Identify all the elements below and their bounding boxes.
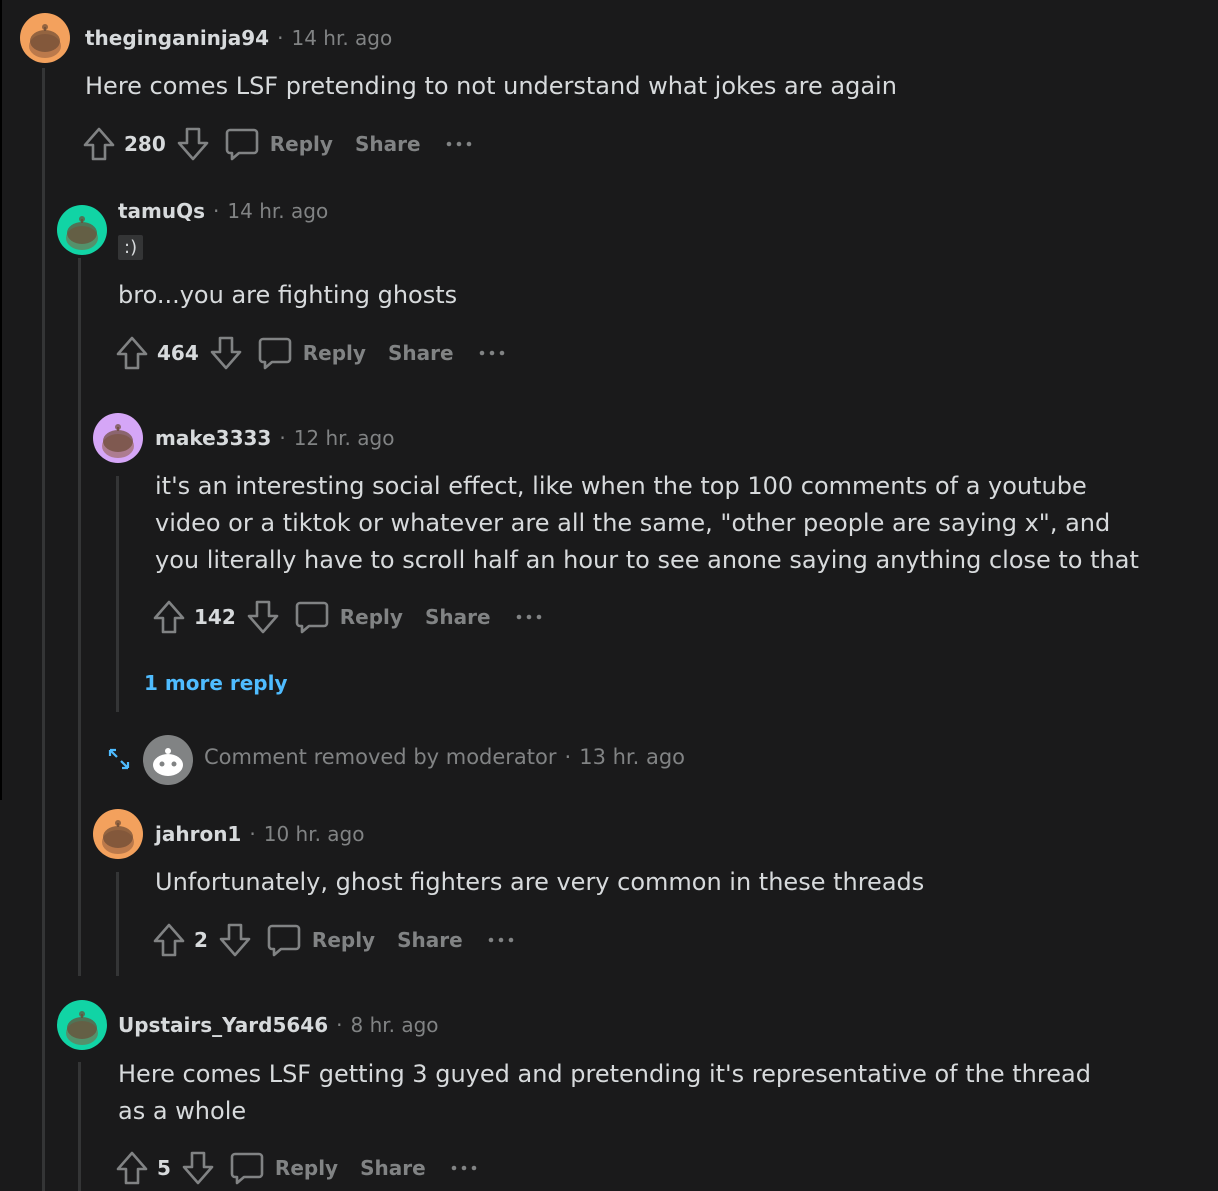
share-button[interactable]: Share — [388, 341, 454, 365]
avatar[interactable] — [20, 13, 70, 63]
comment-actions: 5 Reply Share — [115, 1148, 480, 1188]
timestamp[interactable]: 13 hr. ago — [579, 745, 685, 769]
reply-bubble-icon[interactable] — [266, 922, 302, 958]
user-flair: :) — [118, 235, 144, 260]
comment-body: bro...you are fighting ghosts — [118, 281, 458, 309]
upvote-icon[interactable] — [152, 599, 186, 635]
separator: · — [277, 26, 284, 50]
avatar[interactable] — [93, 809, 143, 859]
separator: · — [249, 822, 256, 846]
avatar[interactable] — [93, 413, 143, 463]
separator: · — [213, 199, 220, 223]
thread-rail-5[interactable] — [78, 1062, 81, 1191]
upvote-icon[interactable] — [82, 126, 116, 162]
comment-meta: make3333 · 12 hr. ago — [155, 426, 394, 450]
timestamp[interactable]: 14 hr. ago — [227, 199, 328, 223]
comment-meta: Upstairs_Yard5646 · 8 hr. ago — [118, 1013, 439, 1037]
comment-actions: 464 Reply Share — [115, 333, 508, 373]
separator: · — [336, 1013, 343, 1037]
thread-rail-2[interactable] — [78, 258, 81, 976]
username[interactable]: jahron1 — [155, 822, 241, 846]
comment-body: Unfortunately, ghost fighters are very c… — [155, 868, 925, 896]
share-button[interactable]: Share — [425, 605, 491, 629]
reply-button[interactable]: Reply — [275, 1156, 338, 1180]
share-button[interactable]: Share — [397, 928, 463, 952]
ellipsis-icon[interactable] — [515, 612, 545, 622]
reply-bubble-icon[interactable] — [229, 1150, 265, 1186]
comment-body: Here comes LSF pretending to not underst… — [85, 72, 897, 100]
downvote-icon[interactable] — [246, 599, 280, 635]
comment-body: Here comes LSF getting 3 guyed and prete… — [118, 1060, 1091, 1125]
upvote-icon[interactable] — [115, 335, 149, 371]
vote-score: 464 — [157, 341, 199, 365]
user-avatar-icon — [93, 413, 143, 463]
ellipsis-icon[interactable] — [450, 1163, 480, 1173]
user-avatar-icon — [57, 1000, 107, 1050]
reply-button[interactable]: Reply — [312, 928, 375, 952]
timestamp[interactable]: 8 hr. ago — [351, 1013, 439, 1037]
user-avatar-icon — [20, 13, 70, 63]
expand-icon[interactable] — [106, 746, 132, 776]
thread-rail-3[interactable] — [116, 476, 119, 712]
reply-bubble-icon[interactable] — [294, 599, 330, 635]
avatar[interactable] — [57, 1000, 107, 1050]
downvote-icon[interactable] — [181, 1150, 215, 1186]
username[interactable]: Upstairs_Yard5646 — [118, 1013, 328, 1037]
thread-rail-4[interactable] — [116, 872, 119, 976]
separator: · — [279, 426, 286, 450]
reply-button[interactable]: Reply — [303, 341, 366, 365]
comment-meta: theginganinja94 · 14 hr. ago — [85, 26, 392, 50]
removed-avatar-icon — [153, 748, 183, 776]
upvote-icon[interactable] — [152, 922, 186, 958]
comment-meta: jahron1 · 10 hr. ago — [155, 822, 365, 846]
vote-score: 142 — [194, 605, 236, 629]
comment-actions: 142 Reply Share — [152, 597, 545, 637]
downvote-icon[interactable] — [209, 335, 243, 371]
more-replies-link[interactable]: 1 more reply — [144, 671, 288, 695]
avatar — [143, 735, 193, 785]
username[interactable]: theginganinja94 — [85, 26, 269, 50]
upvote-icon[interactable] — [115, 1150, 149, 1186]
user-avatar-icon — [93, 809, 143, 859]
ellipsis-icon[interactable] — [445, 139, 475, 149]
reply-bubble-icon[interactable] — [257, 335, 293, 371]
username[interactable]: tamuQs — [118, 199, 205, 223]
comment-meta: tamuQs · 14 hr. ago — [118, 199, 328, 223]
ellipsis-icon[interactable] — [487, 935, 517, 945]
thread-rail-1[interactable] — [42, 68, 45, 1191]
comment-actions: 280 Reply Share — [82, 124, 475, 164]
vote-score: 2 — [194, 928, 208, 952]
removed-comment-notice: Comment removed by moderator · 13 hr. ago — [204, 745, 685, 769]
share-button[interactable]: Share — [360, 1156, 426, 1180]
username[interactable]: make3333 — [155, 426, 271, 450]
comment-actions: 2 Reply Share — [152, 920, 517, 960]
comment-body: it's an interesting social effect, like … — [155, 472, 1139, 574]
timestamp[interactable]: 14 hr. ago — [291, 26, 392, 50]
user-avatar-icon — [57, 205, 107, 255]
downvote-icon[interactable] — [176, 126, 210, 162]
share-button[interactable]: Share — [355, 132, 421, 156]
timestamp[interactable]: 12 hr. ago — [294, 426, 395, 450]
ellipsis-icon[interactable] — [478, 348, 508, 358]
reply-bubble-icon[interactable] — [224, 126, 260, 162]
downvote-icon[interactable] — [218, 922, 252, 958]
reply-button[interactable]: Reply — [340, 605, 403, 629]
vote-score: 5 — [157, 1156, 171, 1180]
removed-text: Comment removed by moderator — [204, 745, 557, 769]
timestamp[interactable]: 10 hr. ago — [264, 822, 365, 846]
reply-button[interactable]: Reply — [270, 132, 333, 156]
avatar[interactable] — [57, 205, 107, 255]
vote-score: 280 — [124, 132, 166, 156]
separator: · — [564, 745, 572, 769]
window-edge — [0, 0, 2, 800]
